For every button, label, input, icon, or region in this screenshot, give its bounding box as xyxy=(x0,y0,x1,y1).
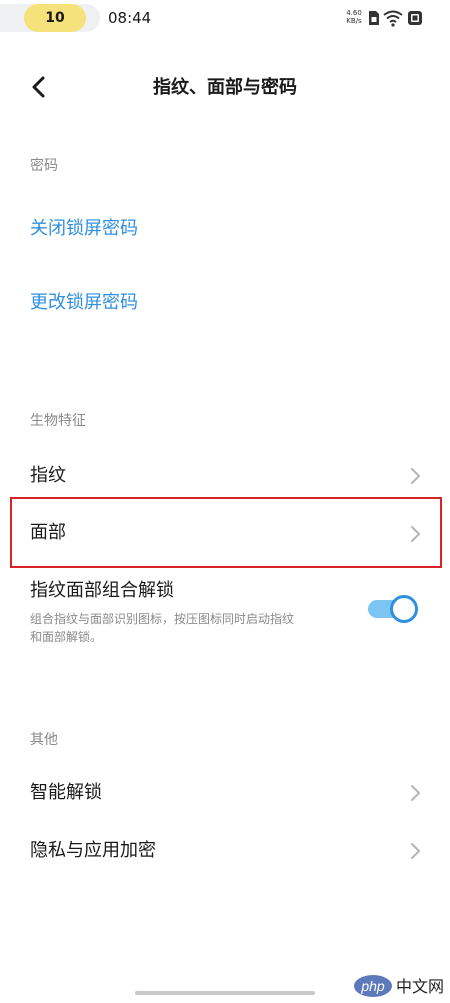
chevron-right-icon xyxy=(408,783,422,803)
chevron-right-icon xyxy=(408,841,422,861)
home-indicator[interactable] xyxy=(135,991,315,995)
network-speed-value: 4.60 xyxy=(346,9,362,17)
watermark-php-text: php xyxy=(360,978,385,994)
smart-unlock-item[interactable]: 智能解锁 xyxy=(30,780,102,806)
watermark-site-text: 中文网 xyxy=(396,977,444,996)
privacy-app-encryption-item[interactable]: 隐私与应用加密 xyxy=(30,838,156,864)
chevron-right-icon xyxy=(408,524,422,544)
status-icons xyxy=(368,8,428,32)
chevron-right-icon xyxy=(408,466,422,486)
face-item-highlight xyxy=(10,497,442,568)
change-lock-password-link[interactable]: 更改锁屏密码 xyxy=(30,290,138,316)
page-title: 指纹、面部与密码 xyxy=(153,77,297,98)
disable-lock-password-link[interactable]: 关闭锁屏密码 xyxy=(30,216,138,242)
combo-unlock-description: 组合指纹与面部识别图标，按压图标同时启动指纹和面部解锁。 xyxy=(30,612,295,644)
battery-icon xyxy=(408,11,422,25)
face-item[interactable]: 面部 xyxy=(30,520,66,546)
combo-unlock-label: 指纹面部组合解锁 xyxy=(30,580,174,601)
fingerprint-item[interactable]: 指纹 xyxy=(30,463,66,489)
php-cn-watermark: php 中文网 xyxy=(352,972,450,999)
status-pill-number: 10 xyxy=(45,10,65,26)
network-speed: 4.60 KB/s xyxy=(342,9,366,25)
network-speed-unit: KB/s xyxy=(346,17,362,25)
combo-unlock-toggle-knob xyxy=(390,595,418,623)
status-time: 08:44 xyxy=(108,9,152,27)
section-header-other: 其他 xyxy=(30,732,58,748)
section-header-biometrics: 生物特征 xyxy=(30,413,86,429)
sim-icon xyxy=(369,11,379,25)
section-header-password: 密码 xyxy=(30,158,58,174)
wifi-icon xyxy=(383,10,403,27)
